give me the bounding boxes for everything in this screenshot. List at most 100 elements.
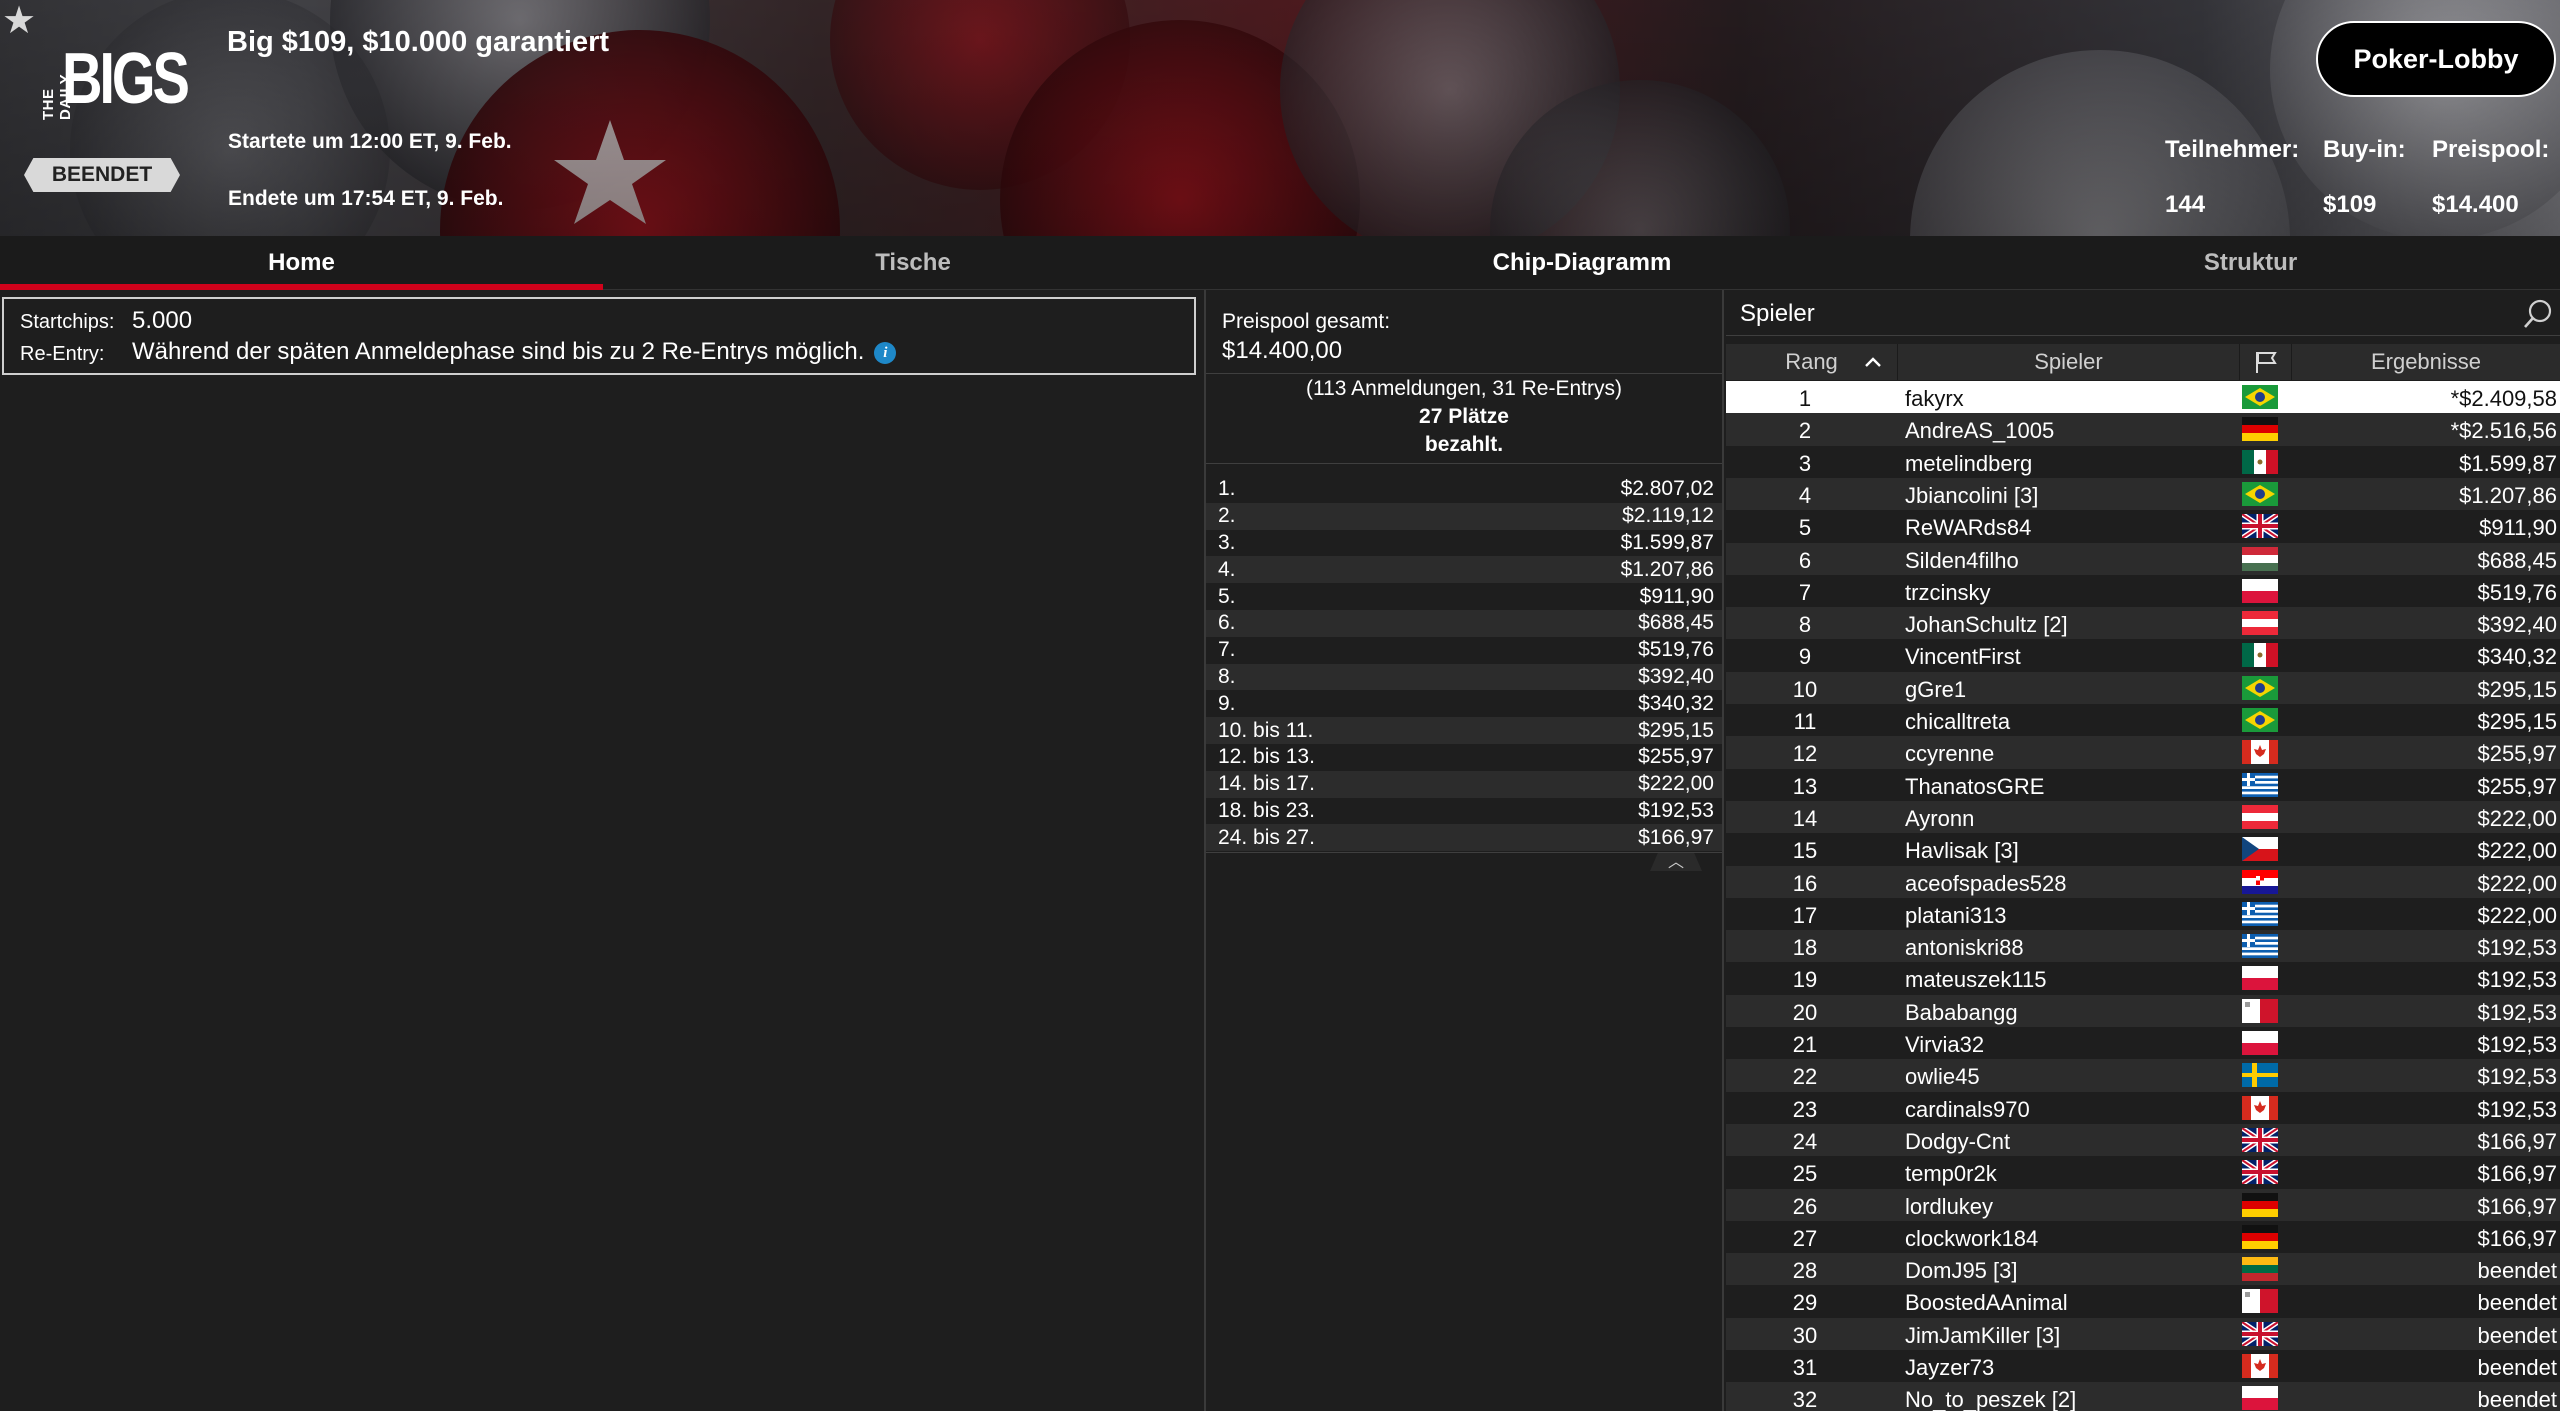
player-row[interactable]: 29 BoostedAAnimal beendet — [1726, 1285, 2560, 1317]
player-row[interactable]: 9 VincentFirst $340,32 — [1726, 639, 2560, 671]
reentry-value: Während der späten Anmeldephase sind bis… — [132, 338, 865, 365]
player-result: $1.599,87 — [2459, 450, 2557, 476]
player-row[interactable]: 18 antoniskri88 $192,53 — [1726, 930, 2560, 963]
player-row[interactable]: 10 gGre1 $295,15 — [1726, 671, 2560, 704]
player-row[interactable]: 13 ThanatosGRE $255,97 — [1726, 769, 2560, 801]
tab-tables[interactable]: Tische — [603, 236, 1223, 290]
player-row[interactable]: 25 temp0r2k $166,97 — [1726, 1156, 2560, 1188]
player-row[interactable]: 15 Havlisak [3] $222,00 — [1726, 833, 2560, 865]
player-rank: 8 — [1798, 612, 1812, 638]
player-rank: 3 — [1798, 450, 1812, 476]
player-row[interactable]: 32 No_to_peszek [2] beendet — [1726, 1382, 2560, 1411]
sort-ascending-icon[interactable] — [1863, 355, 1883, 369]
star-icon[interactable]: ★ — [2, 2, 36, 40]
startchips-value: 5.000 — [132, 307, 193, 334]
player-row[interactable]: 1 fakyrx *$2.409,58 — [1726, 381, 2560, 414]
player-row[interactable]: 31 Jayzer73 beendet — [1726, 1350, 2560, 1382]
player-row[interactable]: 26 lordlukey $166,97 — [1726, 1188, 2560, 1221]
rank-column-label: Rang — [1785, 349, 1838, 374]
player-result: $166,97 — [2477, 1225, 2557, 1251]
player-rank: 16 — [1792, 870, 1818, 896]
player-result: $192,53 — [2477, 1032, 2557, 1057]
payout-row: 3. $1.599,87 — [1206, 530, 1722, 557]
player-row[interactable]: 4 Jbiancolini [3] $1.207,86 — [1726, 477, 2560, 511]
player-row[interactable]: 11 chicalltreta $295,15 — [1726, 704, 2560, 736]
player-result: $192,53 — [2477, 935, 2557, 961]
player-result: $911,90 — [2479, 515, 2557, 541]
rank-column-header[interactable]: Rang — [1726, 344, 1898, 380]
player-rank: 28 — [1792, 1258, 1818, 1284]
tab-home[interactable]: Home — [0, 236, 603, 290]
player-row[interactable]: 22 owlie45 $192,53 — [1726, 1059, 2560, 1092]
player-result: $222,00 — [2477, 805, 2557, 831]
poker-lobby-button[interactable]: Poker-Lobby — [2316, 21, 2556, 97]
player-row[interactable]: 27 clockwork184 $166,97 — [1726, 1221, 2560, 1253]
player-table-header: Rang Spieler Ergebnisse — [1726, 344, 2560, 380]
player-row[interactable]: 3 metelindberg $1.599,87 — [1726, 446, 2560, 478]
player-row[interactable]: 6 Silden4filho $688,45 — [1726, 542, 2560, 575]
reentry-label: Re-Entry: — [20, 343, 105, 365]
player-row[interactable]: 12 ccyrenne $255,97 — [1726, 736, 2560, 769]
tab-structure[interactable]: Struktur — [1941, 236, 2560, 290]
results-column-header[interactable]: Ergebnisse — [2292, 344, 2560, 380]
player-row[interactable]: 17 platani313 $222,00 — [1726, 898, 2560, 930]
country-flag-icon — [2242, 837, 2278, 862]
player-result: $340,32 — [2477, 644, 2557, 670]
info-icon[interactable]: i — [874, 341, 897, 364]
player-row[interactable]: 21 Virvia32 $192,53 — [1726, 1027, 2560, 1059]
start-time: Startete um 12:00 ET, 9. Feb. — [228, 130, 512, 153]
player-row[interactable]: 7 trzcinsky $519,76 — [1726, 575, 2560, 607]
country-flag-icon — [2242, 578, 2278, 603]
player-column-header[interactable]: Spieler — [1898, 344, 2240, 380]
payout-row: 1. $2.807,02 — [1206, 476, 1722, 503]
player-row[interactable]: 24 Dodgy-Cnt $166,97 — [1726, 1123, 2560, 1157]
paid-label: bezahlt. — [1424, 433, 1504, 456]
payout-row: 4. $1.207,86 — [1206, 556, 1722, 584]
player-search-bar[interactable]: Spieler — [1726, 290, 2560, 336]
player-result: $222,00 — [2477, 838, 2557, 864]
player-result: beendet — [2477, 1322, 2557, 1348]
payout-place: 18. bis 23. — [1218, 798, 1315, 822]
country-flag-icon — [2242, 1031, 2278, 1055]
player-rank: 26 — [1792, 1193, 1818, 1219]
tab-chip-chart[interactable]: Chip-Diagramm — [1223, 236, 1941, 290]
country-flag-icon — [2242, 449, 2278, 474]
search-icon[interactable] — [2522, 298, 2554, 330]
country-flag-icon — [2242, 514, 2278, 539]
player-row[interactable]: 30 JimJamKiller [3] beendet — [1726, 1317, 2560, 1350]
player-row[interactable]: 14 Ayronn $222,00 — [1726, 800, 2560, 834]
payout-amount: $1.207,86 — [1620, 557, 1714, 581]
payout-amount: $392,40 — [1638, 664, 1714, 688]
player-row[interactable]: 23 cardinals970 $192,53 — [1726, 1092, 2560, 1124]
country-flag-icon — [2242, 998, 2278, 1023]
entries-summary: (113 Anmeldungen, 31 Re-Entrys) — [1306, 377, 1622, 400]
player-name: Ayronn — [1905, 805, 1975, 831]
player-row[interactable]: 2 AndreAS_1005 *$2.516,56 — [1726, 413, 2560, 446]
player-row[interactable]: 28 DomJ95 [3] beendet — [1726, 1253, 2560, 1286]
country-flag-icon — [2242, 772, 2278, 797]
collapse-icon[interactable]: ︿ — [1650, 853, 1702, 871]
payout-amount: $192,53 — [1638, 798, 1714, 822]
player-name: ThanatosGRE — [1905, 773, 2045, 799]
status-badge: BEENDET — [24, 158, 180, 192]
startchips-label: Startchips: — [20, 311, 115, 333]
country-flag-icon — [2242, 869, 2278, 894]
player-row[interactable]: 20 Bababangg $192,53 — [1726, 994, 2560, 1027]
player-rank: 22 — [1792, 1064, 1818, 1090]
player-row[interactable]: 19 mateuszek115 $192,53 — [1726, 962, 2560, 994]
flag-column-header[interactable] — [2240, 344, 2292, 380]
payout-place: 7. — [1218, 638, 1236, 662]
payout-amount: $1.599,87 — [1620, 530, 1714, 554]
player-name: trzcinsky — [1905, 579, 1991, 605]
player-row[interactable]: 8 JohanSchultz [2] $392,40 — [1726, 607, 2560, 640]
player-rank: 24 — [1792, 1128, 1818, 1154]
player-rank: 21 — [1792, 1032, 1818, 1057]
payout-place: 10. bis 11. — [1218, 718, 1314, 742]
player-name: AndreAS_1005 — [1905, 418, 2055, 444]
player-row[interactable]: 5 ReWARds84 $911,90 — [1726, 510, 2560, 542]
prizepool-value: $14.400 — [2432, 191, 2519, 218]
participants-value: 144 — [2165, 191, 2206, 218]
player-result: $295,15 — [2477, 709, 2557, 734]
country-flag-icon — [2242, 385, 2278, 409]
player-row[interactable]: 16 aceofspades528 $222,00 — [1726, 865, 2560, 898]
